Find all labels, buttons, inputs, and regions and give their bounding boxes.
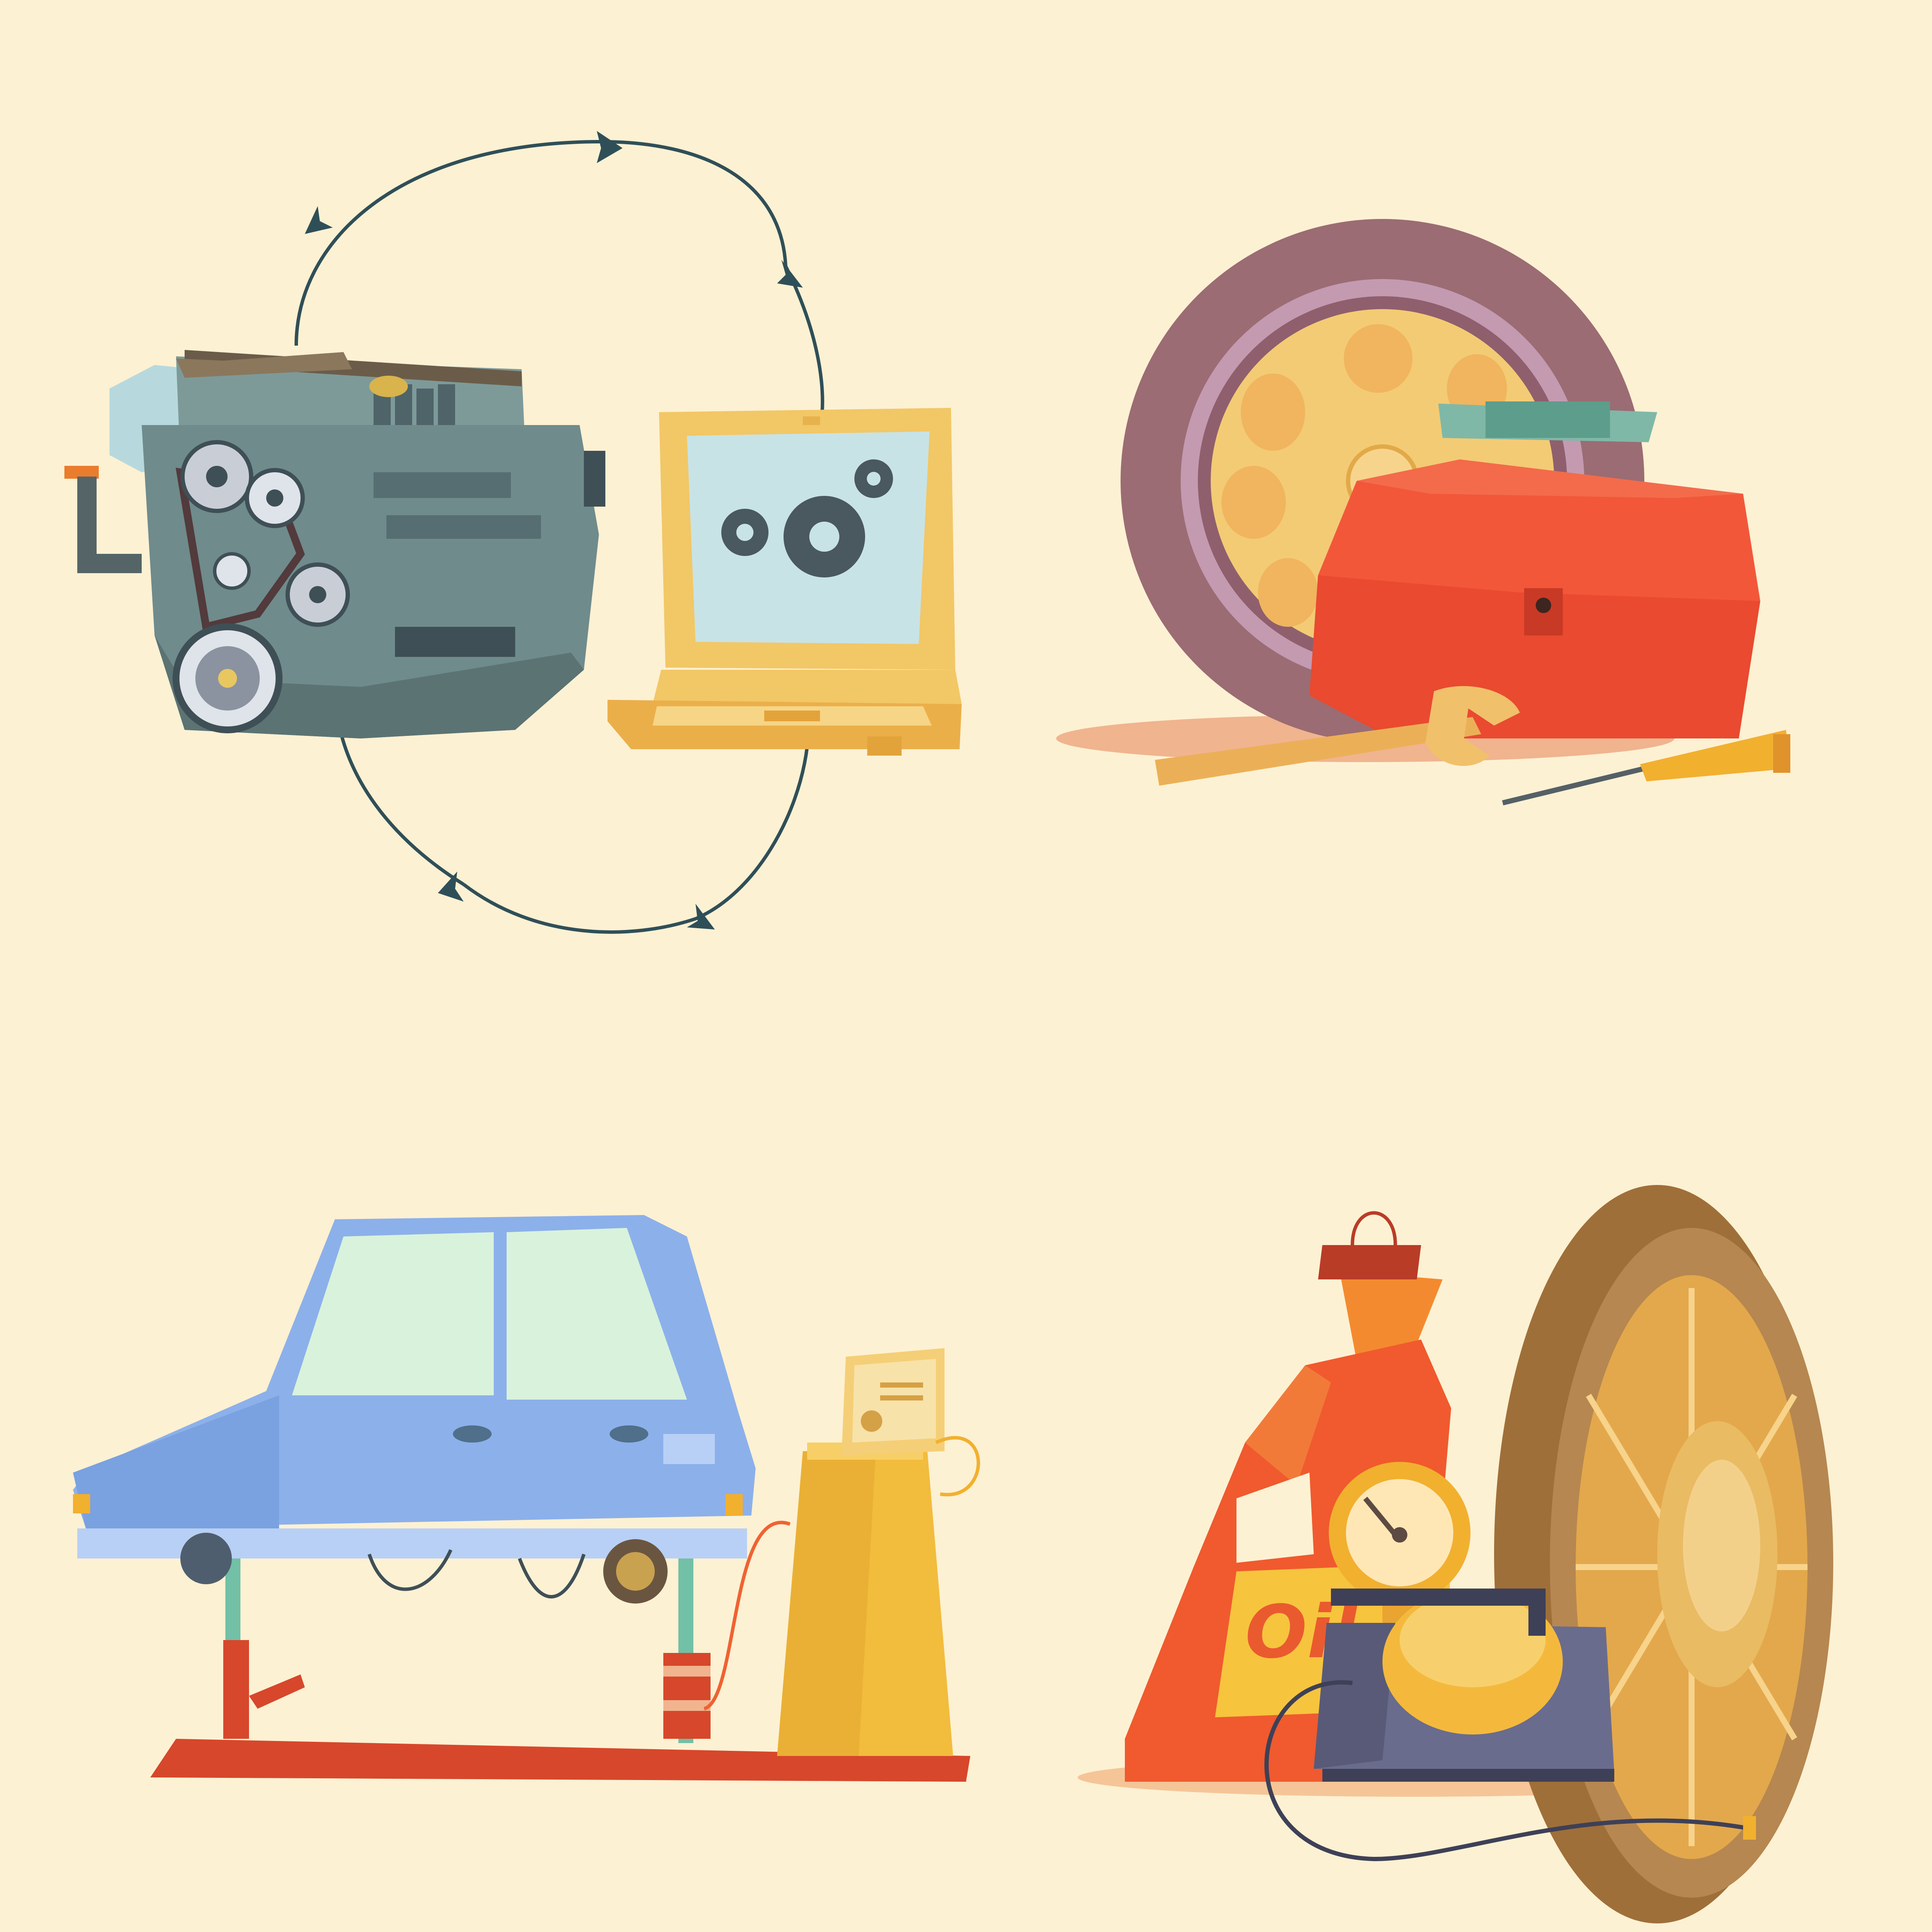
illustration-svg: Oil <box>64 131 1833 1923</box>
car-lift-scene <box>73 1215 980 1782</box>
engine-icon <box>64 350 605 738</box>
diagnostics-scene <box>64 131 962 934</box>
laptop-icon <box>608 408 962 756</box>
oil-compressor-scene: Oil <box>1078 1185 1833 1923</box>
car-icon <box>73 1215 756 1604</box>
illustration-canvas: Oil <box>0 0 1932 1932</box>
tire-tools-scene <box>1056 219 1790 805</box>
wheel-icon <box>1494 1185 1833 1923</box>
